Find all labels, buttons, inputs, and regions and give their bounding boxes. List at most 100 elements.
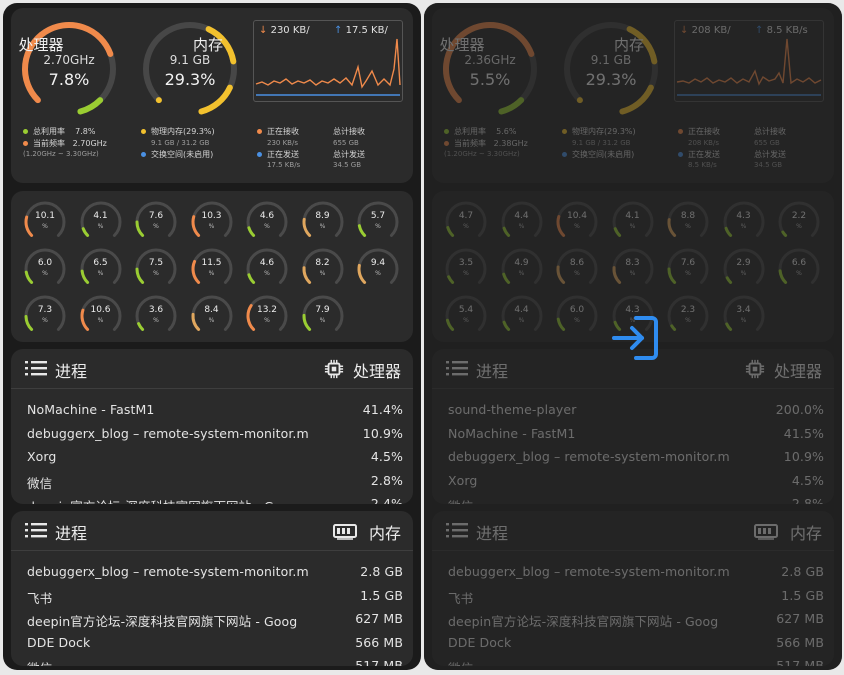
process-value: 10.9% (783, 449, 824, 464)
core-gauge: 6.0% (553, 293, 601, 339)
freq-value: 2.70GHz (72, 138, 107, 148)
core-gauge: 8.6% (553, 246, 601, 292)
sort-by-cpu[interactable]: 处理器 (774, 358, 822, 382)
process-row[interactable]: NoMachine - FastM1 41.5% (448, 426, 824, 450)
network-sparkline (676, 38, 822, 96)
usage-value: 5.6% (496, 127, 517, 136)
cpu-chip-icon[interactable] (744, 359, 766, 379)
process-row[interactable]: sound-theme-player 200.0% (448, 402, 824, 426)
send-label: 正在发送 (688, 149, 720, 159)
core-gauge: 6.6% (775, 246, 823, 292)
core-value: 4.9 (514, 258, 529, 268)
process-row[interactable]: debuggerx_blog – remote-system-monitor.m… (448, 564, 824, 588)
process-value: 2.8% (370, 472, 403, 488)
process-row[interactable]: Xorg 4.5% (448, 473, 824, 497)
sort-by-cpu[interactable]: 处理器 (353, 358, 401, 382)
process-title: 进程 (476, 524, 509, 543)
core-gauge-arc (501, 295, 542, 331)
process-row[interactable]: deepin官方论坛-深度科技官网旗下网站 - Goo 2.4% (27, 496, 403, 504)
list-icon[interactable] (446, 522, 468, 538)
core-value: 11.5 (201, 258, 222, 268)
process-name: Xorg (27, 449, 57, 464)
usage-label: 总利用率 (454, 127, 486, 136)
process-mem-card: 进程 内存 debuggerx_blog – remote-system-mon… (11, 511, 413, 666)
process-mem-header: 进程 内存 (432, 511, 834, 551)
core-gauge-arc (80, 248, 121, 284)
process-value: 200.0% (775, 402, 824, 417)
memory-icon[interactable] (333, 523, 357, 541)
network-total-legend: 总计接收 655 GB 总计发送 34.5 GB (333, 126, 365, 171)
core-unit: % (208, 270, 215, 277)
core-gauge: 6.5% (77, 246, 125, 292)
process-row[interactable]: DDE Dock 566 MB (448, 635, 824, 659)
sort-by-memory[interactable]: 内存 (790, 520, 822, 544)
freq-value: 2.38GHz (493, 138, 528, 148)
list-icon[interactable] (446, 360, 468, 376)
core-gauge: 5.7% (354, 199, 402, 245)
core-value: 8.4 (204, 305, 219, 315)
memory-gauge: 内存 9.1 GB 29.3% (137, 16, 243, 122)
process-row[interactable]: debuggerx_blog – remote-system-monitor.m… (448, 449, 824, 473)
core-unit: % (463, 270, 469, 277)
usage-label: 总利用率 (33, 127, 65, 136)
memory-percent: 29.3% (164, 70, 216, 89)
core-gauge-arc (135, 248, 177, 284)
process-row[interactable]: deepin官方论坛-深度科技官网旗下网站 - Goog 627 MB (448, 611, 824, 635)
process-row[interactable]: 微信 517 MB (27, 658, 403, 666)
core-value: 3.6 (148, 305, 164, 315)
memory-icon[interactable] (754, 523, 778, 541)
process-row[interactable]: deepin官方论坛-深度科技官网旗下网站 - Goog 627 MB (27, 611, 403, 635)
core-gauge-arc (135, 201, 177, 237)
switch-device-icon[interactable] (606, 310, 662, 366)
process-row[interactable]: 微信 2.8% (448, 496, 824, 504)
process-row[interactable]: Xorg 4.5% (27, 449, 403, 473)
process-row[interactable]: 飞书 1.5 GB (448, 588, 824, 612)
core-value: 4.3 (736, 211, 751, 221)
core-gauge-arc (723, 201, 764, 237)
freq-label: 当前频率 (33, 138, 65, 148)
memory-gauge-arc (143, 22, 237, 115)
core-gauge-arc (778, 248, 820, 284)
core-value: 6.5 (93, 258, 108, 268)
process-value: 627 MB (355, 611, 403, 626)
process-row[interactable]: 微信 517 MB (448, 658, 824, 666)
cpu-gauge-arc (22, 22, 116, 115)
process-row[interactable]: 微信 2.8% (27, 473, 403, 497)
core-value: 8.3 (625, 258, 640, 268)
core-unit: % (796, 223, 802, 230)
core-gauge-arc (723, 295, 764, 331)
sort-by-memory[interactable]: 内存 (369, 520, 401, 544)
process-row[interactable]: DDE Dock 566 MB (27, 635, 403, 659)
core-unit: % (264, 317, 270, 324)
process-row[interactable]: debuggerx_blog – remote-system-monitor.m… (27, 564, 403, 588)
list-icon[interactable] (25, 522, 47, 538)
cpu-frequency: 2.36GHz (464, 53, 516, 67)
process-name: deepin官方论坛-深度科技官网旗下网站 - Goog (448, 614, 719, 629)
memory-gauge-arc (564, 22, 658, 115)
core-gauge-arc (302, 248, 343, 284)
core-gauge-arc (302, 201, 343, 237)
list-icon[interactable] (25, 360, 47, 376)
process-row[interactable]: debuggerx_blog – remote-system-monitor.m… (27, 426, 403, 450)
process-row[interactable]: NoMachine - FastM1 41.4% (27, 402, 403, 426)
core-gauge-arc (445, 248, 487, 284)
swap-label: 交换空间(未启用) (151, 149, 214, 159)
core-gauge: 2.3% (664, 293, 712, 339)
core-unit: % (574, 223, 580, 230)
core-gauge: 4.6% (243, 199, 291, 245)
core-value: 8.6 (569, 258, 585, 268)
process-value: 2.8 GB (360, 564, 403, 579)
core-unit: % (463, 223, 469, 230)
cpu-label: 处理器 (18, 36, 64, 54)
process-value: 566 MB (355, 634, 403, 650)
core-gauge-arc (246, 248, 288, 284)
core-unit: % (42, 270, 48, 277)
process-row[interactable]: 飞书 1.5 GB (27, 588, 403, 612)
core-gauge-arc (778, 201, 820, 237)
process-name: 微信 (27, 658, 337, 666)
process-name: 飞书 (448, 590, 474, 606)
cpu-chip-icon[interactable] (323, 359, 345, 379)
process-value: 41.5% (783, 425, 824, 441)
core-gauge: 7.3% (21, 293, 69, 339)
core-unit: % (375, 223, 381, 230)
